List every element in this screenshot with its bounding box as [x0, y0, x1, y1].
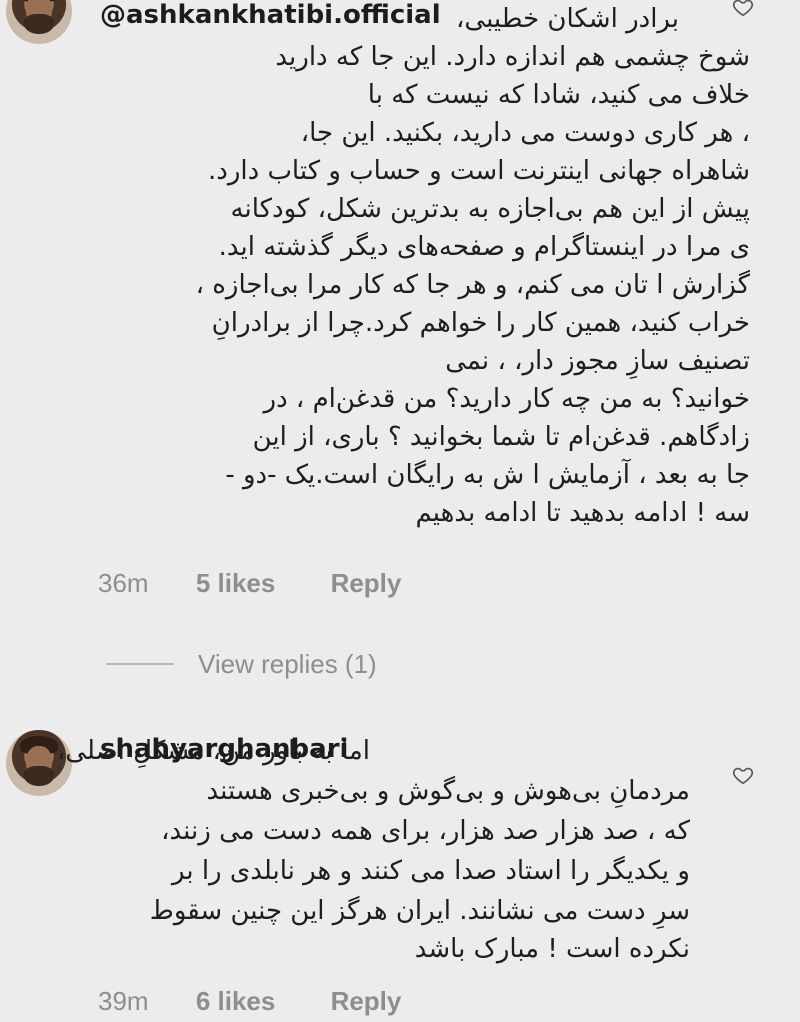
likes-count[interactable]: 5 likes [196, 568, 276, 598]
comment-text-line: اما به باور من، مشکلِ اصلی، [56, 736, 370, 766]
view-replies-label: View replies (1) [198, 648, 377, 679]
comment-text-line: شاهراه جهانی اینترنت است و حساب و کتاب د… [207, 156, 750, 186]
reply-button[interactable]: Reply [331, 986, 402, 1016]
divider [106, 663, 174, 665]
comment-text-line: خلاف می کنید، شادا که نیست که با [367, 80, 750, 110]
heart-icon[interactable] [732, 764, 754, 786]
comment-meta: 36m 5 likes Reply [98, 568, 401, 599]
comment-text-line: ، هر کاری دوست می دارید، بکنید. این جا، [300, 118, 750, 148]
comment-text-line: سرِ دست می نشانند. ایران هرگز این چنین س… [149, 896, 690, 926]
heart-icon[interactable] [732, 0, 754, 18]
comment-time: 39m [98, 986, 149, 1016]
mention-text: برادر اشکان خطیبی، [456, 4, 680, 34]
comment-text-line: گزارش ا تان می کنم، و هر جا که کار مرا ب… [195, 270, 750, 300]
comment-meta: 39m 6 likes Reply [98, 986, 401, 1017]
comment-text-line: خوانید؟ به من چه کار دارید؟ من قدغن‌ام ،… [263, 384, 750, 414]
comment-text-line: تصنیف سازِ مجوز دار، ، نمی [445, 346, 750, 376]
comment-text-line: جا به بعد ، آزمایش ا ش به رایگان است.یک … [225, 460, 750, 490]
view-replies-button[interactable]: View replies (1) [106, 648, 377, 680]
comment-text-line: زادگاهم. قدغن‌ام تا شما بخوانید ؟ باری، … [252, 422, 750, 452]
comment-text-line: پیش از این هم بی‌اجازه به بدترین شکل، کو… [230, 194, 750, 224]
comment-text-line: نکرده است ! مبارک باشد [414, 934, 690, 964]
likes-count[interactable]: 6 likes [196, 986, 276, 1016]
comment-time: 36m [98, 568, 149, 598]
reply-button[interactable]: Reply [331, 568, 402, 598]
comment-text-line: که ، صد هزار صد هزار، برای همه دست می زن… [161, 816, 690, 846]
comment-text-line: و یکدیگر را استاد صدا می کنند و هر نابلد… [171, 856, 690, 886]
avatar[interactable] [6, 0, 72, 44]
comment-text-line: ی مرا در اینستاگرام و صفحه‌های دیگر گذشت… [218, 232, 750, 262]
comment-text-line: مردمانِ بی‌هوش و بی‌گوش و بی‌خبری هستند [206, 776, 690, 806]
comment-username[interactable]: @ashkankhatibi.official [100, 0, 441, 30]
comment-text-line: سه ! ادامه بدهید تا ادامه بدهیم [415, 498, 750, 528]
comment-text-line: شوخ چشمی هم اندازه دارد. این جا که دارید [275, 42, 750, 72]
comment-text-line: خراب کنید، همین کار را خواهم کرد.چرا از … [211, 308, 750, 338]
